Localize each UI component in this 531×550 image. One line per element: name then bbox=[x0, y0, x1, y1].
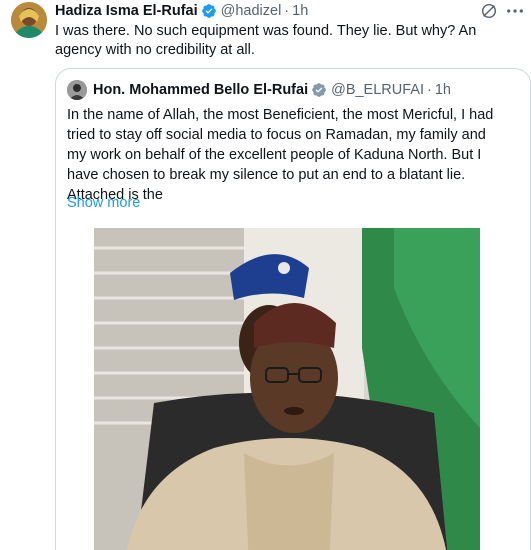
show-more-link[interactable]: Show more bbox=[67, 195, 140, 211]
timestamp[interactable]: 1h bbox=[292, 3, 308, 19]
author-avatar[interactable] bbox=[11, 2, 47, 38]
quote-photo[interactable] bbox=[94, 228, 480, 550]
more-options-icon[interactable] bbox=[505, 2, 525, 20]
verified-badge-icon bbox=[311, 82, 327, 98]
quote-text: In the name of Allah, the most Beneficie… bbox=[67, 107, 494, 203]
verified-badge-icon bbox=[201, 3, 217, 19]
tweet[interactable]: Hadiza Isma El-Rufai @hadizel · 1h I was… bbox=[0, 0, 531, 550]
grok-icon[interactable] bbox=[480, 2, 498, 20]
tweet-text: I was there. No such equipment was found… bbox=[55, 23, 477, 58]
separator-dot: · bbox=[426, 82, 432, 98]
author-handle[interactable]: @hadizel bbox=[221, 3, 282, 19]
author-name[interactable]: Hadiza Isma El-Rufai bbox=[55, 3, 198, 19]
quoted-tweet[interactable]: Hon. Mohammed Bello El-Rufai @B_ELRUFAI … bbox=[55, 68, 531, 550]
tweet-header: Hadiza Isma El-Rufai @hadizel · 1h bbox=[55, 2, 308, 20]
quote-timestamp[interactable]: 1h bbox=[435, 82, 451, 98]
quote-author-name[interactable]: Hon. Mohammed Bello El-Rufai bbox=[93, 82, 308, 98]
quote-header: Hon. Mohammed Bello El-Rufai @B_ELRUFAI … bbox=[67, 80, 451, 100]
quote-author-avatar[interactable] bbox=[67, 80, 87, 100]
quote-author-handle[interactable]: @B_ELRUFAI bbox=[331, 82, 424, 98]
separator-dot: · bbox=[284, 3, 290, 19]
